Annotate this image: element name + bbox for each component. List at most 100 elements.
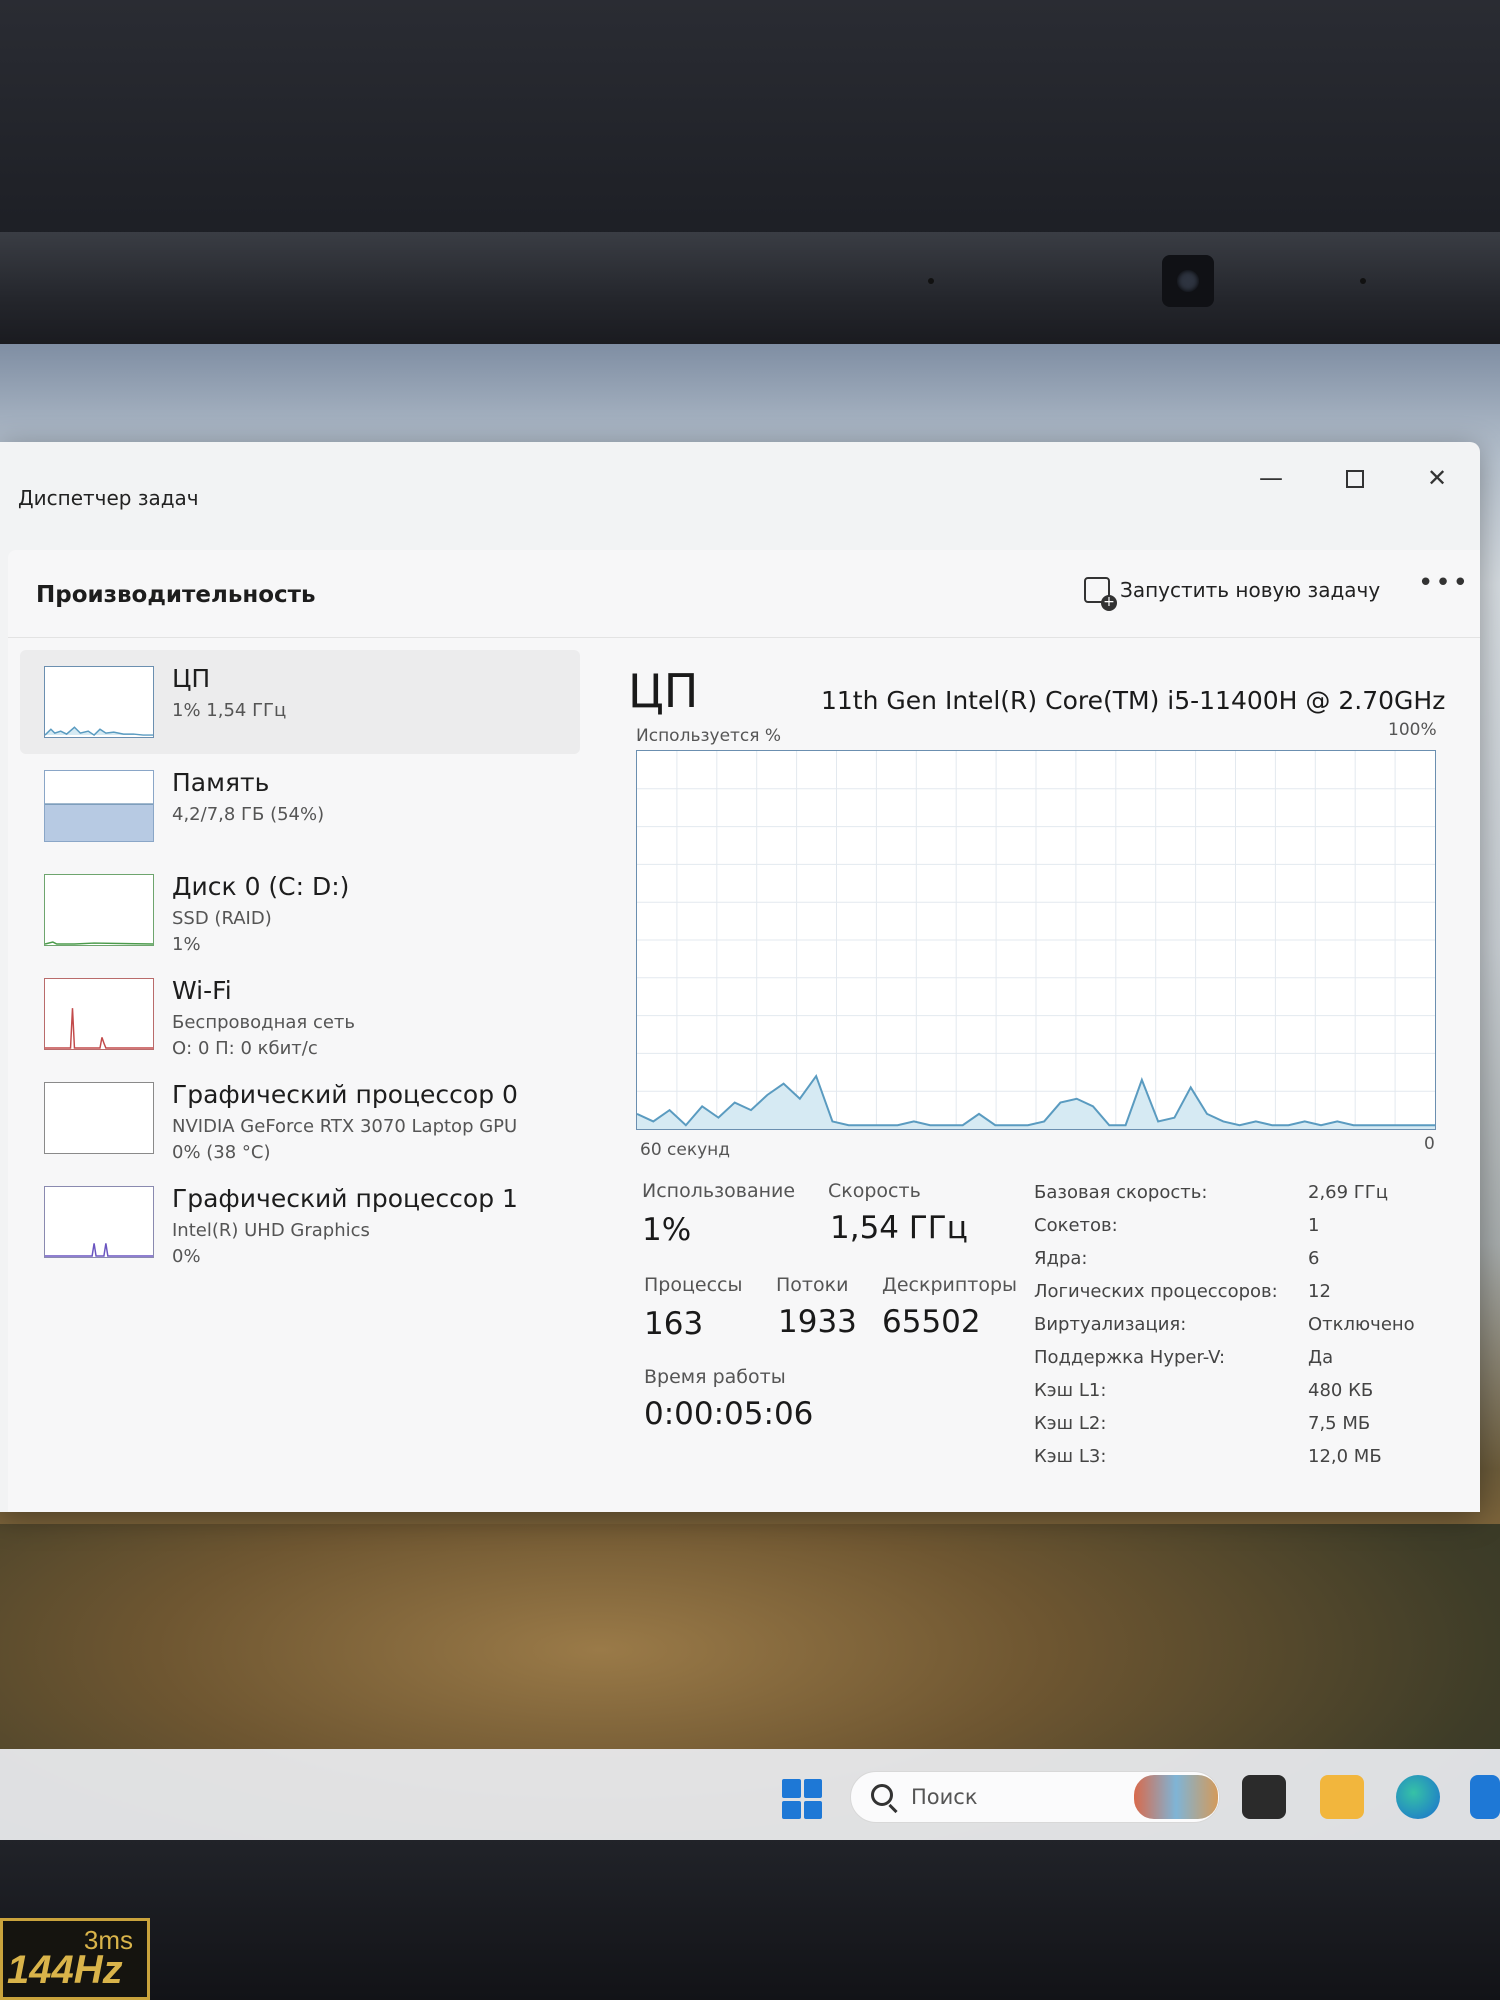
resource-item-memory[interactable]: Память 4,2/7,8 ГБ (54%) (20, 754, 580, 858)
spec-value: 7,5 МБ (1308, 1413, 1371, 1434)
graph-min-label: 0 (1424, 1134, 1435, 1154)
processes-label: Процессы (644, 1274, 743, 1296)
search-placeholder: Поиск (911, 1785, 978, 1809)
resource-detail: 0% (38 °C) (172, 1142, 271, 1163)
search-icon (871, 1784, 893, 1806)
threads-value: 1933 (778, 1304, 857, 1340)
maximize-button[interactable] (1330, 456, 1380, 500)
edge-browser-icon[interactable] (1396, 1775, 1440, 1819)
memory-thumbnail (44, 770, 154, 842)
graph-span-label: 60 секунд (640, 1140, 731, 1160)
windows-logo-icon (782, 1779, 801, 1798)
cpu-thumbnail (44, 666, 154, 738)
page-header: Производительность Запустить новую задач… (8, 550, 1480, 638)
disk-thumbnail (44, 874, 154, 946)
refresh-rate-sticker: 3ms 144Hz (0, 1918, 150, 2000)
spec-value: Да (1308, 1347, 1334, 1368)
spec-key: Базовая скорость: (1034, 1182, 1208, 1203)
resource-item-gpu0[interactable]: Графический процессор 0 NVIDIA GeForce R… (20, 1066, 580, 1170)
resource-detail: Intel(R) UHD Graphics (172, 1220, 370, 1241)
store-icon[interactable] (1470, 1775, 1500, 1819)
sensor-dot (928, 278, 934, 284)
task-manager-window: Диспетчер задач — ✕ Производительность З… (0, 442, 1480, 1512)
speed-value: 1,54 ГГц (830, 1210, 968, 1246)
close-button[interactable]: ✕ (1412, 456, 1462, 500)
spec-value: Отключено (1308, 1314, 1415, 1335)
page-title: Производительность (36, 582, 316, 608)
handles-label: Дескрипторы (882, 1274, 1018, 1296)
speed-label: Скорость (828, 1180, 921, 1202)
file-explorer-icon[interactable] (1320, 1775, 1364, 1819)
spec-key: Кэш L1: (1034, 1380, 1107, 1401)
resource-detail: О: 0 П: 0 кбит/с (172, 1038, 318, 1059)
start-button[interactable] (782, 1779, 822, 1819)
app-title: Диспетчер задач (18, 486, 199, 510)
more-options-button[interactable]: ••• (1418, 568, 1470, 598)
maximize-icon (1346, 470, 1364, 488)
processes-value: 163 (644, 1306, 704, 1342)
search-highlight-icon[interactable] (1134, 1775, 1218, 1819)
resource-name: Графический процессор 0 (172, 1080, 518, 1109)
resource-item-wifi[interactable]: Wi-Fi Беспроводная сеть О: 0 П: 0 кбит/с (20, 962, 580, 1066)
gpu1-thumbnail (44, 1186, 154, 1258)
spec-key: Поддержка Hyper-V: (1034, 1347, 1226, 1368)
graph-max-label: 100% (1388, 720, 1437, 740)
graph-label: Используется % (636, 726, 782, 746)
new-task-icon (1084, 577, 1117, 611)
uptime-label: Время работы (644, 1366, 786, 1388)
title-bar[interactable]: Диспетчер задач — ✕ (0, 442, 1480, 542)
resource-item-cpu[interactable]: ЦП 1% 1,54 ГГц (20, 650, 580, 754)
resource-name: Графический процессор 1 (172, 1184, 518, 1213)
minimize-button[interactable]: — (1246, 456, 1296, 500)
panel-title: ЦП (628, 664, 699, 718)
sticker-hz: 144Hz (7, 1948, 123, 1992)
resource-detail: 0% (172, 1246, 201, 1267)
cpu-usage-chart (637, 751, 1435, 1129)
resource-name: ЦП (172, 664, 211, 693)
spec-key: Сокетов: (1034, 1215, 1118, 1236)
laptop-lid-edge (0, 232, 1500, 344)
spec-value: 480 КБ (1308, 1380, 1374, 1401)
wifi-thumbnail (44, 978, 154, 1050)
spec-key: Виртуализация: (1034, 1314, 1187, 1335)
sensor-dot (1360, 278, 1366, 284)
spec-value: 12,0 МБ (1308, 1446, 1382, 1467)
uptime-value: 0:00:05:06 (644, 1396, 814, 1432)
spec-key: Логических процессоров: (1034, 1281, 1278, 1302)
usage-label: Использование (642, 1180, 796, 1202)
resource-name: Wi-Fi (172, 976, 232, 1005)
windows-logo-icon (803, 1800, 822, 1819)
resource-detail: 1% 1,54 ГГц (172, 700, 287, 721)
spec-key: Кэш L2: (1034, 1413, 1107, 1434)
resource-item-disk[interactable]: Диск 0 (C: D:) SSD (RAID) 1% (20, 858, 580, 962)
spec-value: 2,69 ГГц (1308, 1182, 1389, 1203)
content-area: Производительность Запустить новую задач… (8, 550, 1480, 1512)
resource-item-gpu1[interactable]: Графический процессор 1 Intel(R) UHD Gra… (20, 1170, 580, 1274)
resource-name: Диск 0 (C: D:) (172, 872, 350, 901)
webcam-icon (1162, 255, 1214, 307)
resource-detail: 4,2/7,8 ГБ (54%) (172, 804, 325, 825)
resource-detail: 1% (172, 934, 201, 955)
gpu0-thumbnail (44, 1082, 154, 1154)
usage-value: 1% (642, 1212, 692, 1248)
spec-key: Кэш L3: (1034, 1446, 1107, 1467)
windows-logo-icon (803, 1779, 822, 1798)
spec-value: 12 (1308, 1281, 1331, 1302)
threads-label: Потоки (776, 1274, 849, 1296)
cpu-usage-graph (636, 750, 1436, 1130)
windows-logo-icon (782, 1800, 801, 1819)
resource-name: Память (172, 768, 270, 797)
spec-key: Ядра: (1034, 1248, 1088, 1269)
spec-value: 1 (1308, 1215, 1320, 1236)
run-new-task-button[interactable]: Запустить новую задачу (1084, 570, 1381, 611)
laptop-bezel-bottom (0, 1840, 1500, 2000)
taskbar: Поиск (0, 1749, 1500, 1844)
laptop-bezel-top (0, 0, 1500, 240)
spec-value: 6 (1308, 1248, 1320, 1269)
run-new-task-label: Запустить новую задачу (1120, 578, 1381, 602)
cpu-model: 11th Gen Intel(R) Core(TM) i5-11400H @ 2… (821, 686, 1446, 715)
resource-detail: SSD (RAID) (172, 908, 272, 929)
resource-detail: Беспроводная сеть (172, 1012, 356, 1033)
task-view-icon[interactable] (1242, 1775, 1286, 1819)
screen: Диспетчер задач — ✕ Производительность З… (0, 344, 1500, 1844)
